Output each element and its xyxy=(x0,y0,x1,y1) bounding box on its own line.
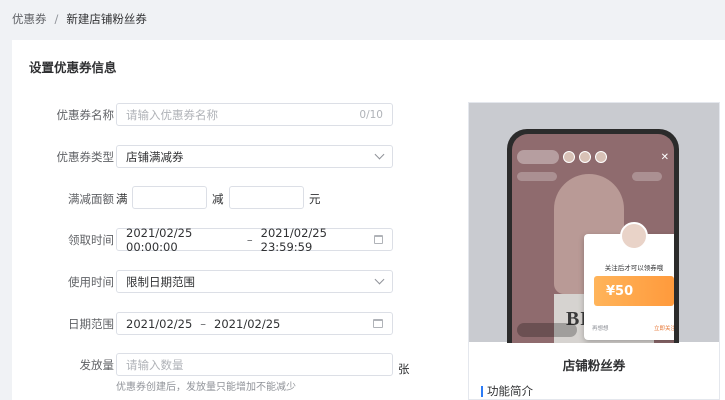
close-icon: ✕ xyxy=(660,151,669,163)
coupon-name-counter: 0/10 xyxy=(359,108,383,121)
section-title: 设置优惠券信息 xyxy=(29,60,117,75)
viewer-avatar xyxy=(563,151,575,163)
claim-time-end: 2021/02/25 23:59:59 xyxy=(260,225,327,254)
breadcrumb-separator: / xyxy=(54,12,59,26)
follow-coupon-popup: 关注后才可以领券哦 ¥50 再想想 立即关注 xyxy=(584,222,674,340)
date-range-start: 2021/02/25 xyxy=(126,316,193,331)
claim-time-start: 2021/02/25 00:00:00 xyxy=(126,225,193,254)
live-tag xyxy=(632,172,662,181)
threshold-full-text: 满 xyxy=(116,192,128,206)
live-tag xyxy=(517,172,557,181)
threshold-unit: 元 xyxy=(309,192,321,206)
chevron-down-icon xyxy=(374,274,385,285)
coupon-name-label: 优惠券名称 xyxy=(56,108,115,122)
breadcrumb-current: 新建店铺粉丝券 xyxy=(66,12,147,26)
date-range-label: 日期范围 xyxy=(68,317,114,331)
live-top-bar: ✕ xyxy=(517,148,669,166)
threshold-full-input[interactable] xyxy=(132,186,207,209)
calendar-icon xyxy=(373,319,383,328)
live-stream-screen: ✕ BLACK 关注后才可以领券哦 ¥50 再想想 xyxy=(512,134,674,343)
popup-follow: 立即关注 xyxy=(653,326,674,332)
coupon-type-label: 优惠券类型 xyxy=(56,150,115,164)
coupon-ticket: ¥50 xyxy=(594,276,674,306)
threshold-minus-input[interactable] xyxy=(229,186,304,209)
popup-actions: 再想想 立即关注 xyxy=(584,324,674,332)
chevron-down-icon xyxy=(374,149,385,160)
claim-time-separator: – xyxy=(246,232,253,247)
coupon-amount: ¥50 xyxy=(606,284,634,299)
host-info xyxy=(517,150,559,164)
viewer-avatar xyxy=(595,151,607,163)
claim-time-range-picker[interactable]: 2021/02/25 00:00:00 – 2021/02/25 23:59:5… xyxy=(116,225,393,254)
threshold-minus-text: 减 xyxy=(212,192,224,206)
coupon-type-select[interactable]: 店铺满减券 xyxy=(116,145,393,168)
feature-intro-heading: 功能简介 xyxy=(481,383,533,399)
viewer-avatar xyxy=(579,151,591,163)
coupon-name-placeholder: 请输入优惠券名称 xyxy=(126,107,218,122)
feature-intro-text: 功能简介 xyxy=(487,384,533,398)
quantity-placeholder: 请输入数量 xyxy=(126,357,184,372)
preview-background: ✕ BLACK 关注后才可以领券哦 ¥50 再想想 xyxy=(469,103,719,343)
popup-cancel: 再想想 xyxy=(592,326,609,332)
heading-accent-bar xyxy=(481,385,483,397)
quantity-input[interactable]: 请输入数量 xyxy=(116,353,393,376)
use-time-value: 限制日期范围 xyxy=(126,274,195,289)
quantity-unit: 张 xyxy=(398,362,410,376)
popup-title: 关注后才可以领券哦 xyxy=(604,264,664,272)
breadcrumb-parent[interactable]: 优惠券 xyxy=(12,11,47,27)
date-range-picker[interactable]: 2021/02/25 – 2021/02/25 xyxy=(116,312,393,335)
phone-mockup: ✕ BLACK 关注后才可以领券哦 ¥50 再想想 xyxy=(507,129,679,343)
breadcrumb: 优惠券 / 新建店铺粉丝券 xyxy=(0,0,725,38)
coupon-name-input[interactable]: 请输入优惠券名称 0/10 xyxy=(116,103,393,126)
date-range-end: 2021/02/25 xyxy=(214,316,281,331)
calendar-icon xyxy=(373,235,383,244)
coupon-preview-panel: ✕ BLACK 关注后才可以领券哦 ¥50 再想想 xyxy=(468,102,720,400)
coupon-form-card: 设置优惠券信息 优惠券名称 请输入优惠券名称 0/10 优惠券类型 店铺满减券 … xyxy=(12,40,725,400)
shop-avatar xyxy=(620,222,648,250)
comment-bar xyxy=(517,323,577,337)
quantity-label: 发放量 xyxy=(79,358,115,372)
claim-time-label: 领取时间 xyxy=(68,233,114,247)
use-time-select[interactable]: 限制日期范围 xyxy=(116,270,393,293)
preview-title: 店铺粉丝券 xyxy=(562,358,626,373)
coupon-type-value: 店铺满减券 xyxy=(126,149,184,164)
quantity-hint: 优惠券创建后，发放量只能增加不能减少 xyxy=(116,382,296,393)
date-range-separator: – xyxy=(200,316,207,331)
threshold-label: 满减面额 xyxy=(68,192,114,206)
use-time-label: 使用时间 xyxy=(68,275,114,289)
